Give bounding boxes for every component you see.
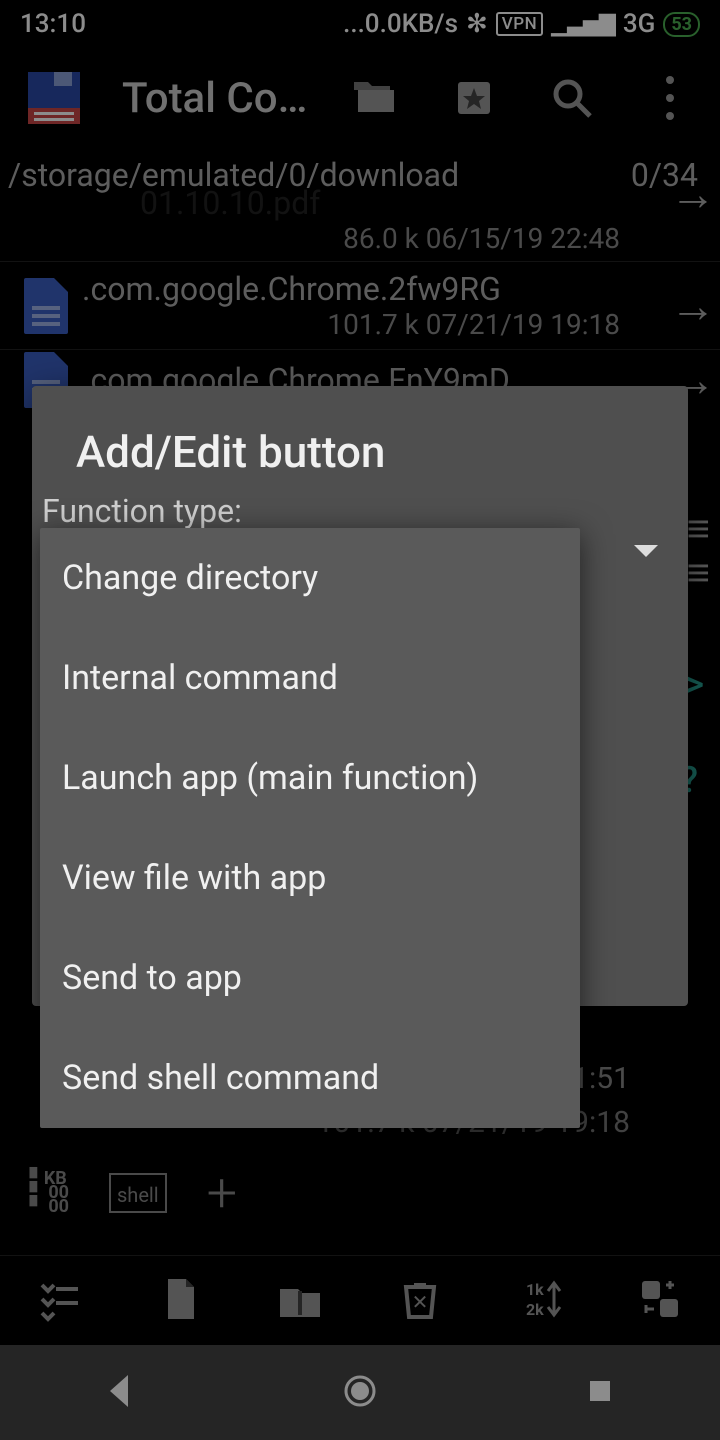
dropdown-item-send-to-app[interactable]: Send to app xyxy=(40,928,580,1028)
dropdown-item-send-shell[interactable]: Send shell command xyxy=(40,1028,580,1128)
dropdown-item-internal-command[interactable]: Internal command xyxy=(40,628,580,728)
delete-button[interactable]: ✕ xyxy=(396,1275,444,1327)
shell-button[interactable]: shell xyxy=(109,1173,167,1213)
net-speed: ...0.0KB/s xyxy=(343,9,458,39)
document-icon xyxy=(10,270,82,342)
bookmark-button[interactable] xyxy=(434,58,514,138)
archive-button[interactable] xyxy=(276,1275,324,1327)
select-button[interactable] xyxy=(36,1275,84,1327)
dropdown-item-change-directory[interactable]: Change directory xyxy=(40,528,580,628)
file-name: 01.10.10.pdf xyxy=(0,184,720,222)
chevron-down-icon[interactable] xyxy=(634,545,658,557)
file-row[interactable]: .com.google.Chrome.2fw9RG 101.7 k 07/21/… xyxy=(0,261,720,349)
dropdown-item-launch-app[interactable]: Launch app (main function) xyxy=(40,728,580,828)
status-bar: 13:10 ...0.0KB/s ✻ VPN ▁▃▅▇ 3G 53 xyxy=(0,0,720,48)
recents-button[interactable] xyxy=(580,1371,620,1415)
signal-icon: ▁▃▅▇ xyxy=(551,12,615,37)
app-title: Total Co… xyxy=(122,74,307,123)
svg-text:✕: ✕ xyxy=(412,1290,429,1314)
file-name: .com.google.Chrome.2fw9RG xyxy=(82,270,710,308)
svg-text:2k: 2k xyxy=(526,1300,544,1319)
app-icon xyxy=(24,68,84,128)
toolbar: ✕ 1k2k xyxy=(0,1255,720,1345)
dropdown-item-view-file[interactable]: View file with app xyxy=(40,828,580,928)
arrow-right-icon[interactable]: → xyxy=(670,167,716,222)
overflow-menu-button[interactable] xyxy=(630,58,710,138)
function-type-dropdown: Change directory Internal command Launch… xyxy=(40,528,580,1128)
folder-button[interactable] xyxy=(336,58,416,138)
swap-button[interactable] xyxy=(636,1275,684,1327)
app-bar: Total Co… xyxy=(0,48,720,148)
sort-button[interactable]: 1k2k xyxy=(516,1275,564,1327)
add-button[interactable]: + xyxy=(207,1162,238,1225)
bluetooth-icon: ✻ xyxy=(466,9,488,39)
sizes-button[interactable]: ▘KB▘ 00▘ 00 xyxy=(30,1172,69,1214)
net-type: 3G xyxy=(623,9,656,39)
dialog-title: Add/Edit button xyxy=(32,386,688,486)
file-meta: 1:51 xyxy=(572,1061,630,1096)
search-button[interactable] xyxy=(532,58,612,138)
status-time: 13:10 xyxy=(20,9,86,39)
back-button[interactable] xyxy=(100,1371,140,1415)
home-button[interactable] xyxy=(340,1371,380,1415)
svg-text:1k: 1k xyxy=(526,1280,544,1299)
system-nav-bar xyxy=(0,1345,720,1440)
arrow-right-icon[interactable]: → xyxy=(670,278,716,333)
file-button[interactable] xyxy=(156,1275,204,1327)
file-meta: 101.7 k 07/21/19 19:18 xyxy=(82,308,710,341)
button-bar: ▘KB▘ 00▘ 00 shell + xyxy=(0,1148,720,1238)
vpn-badge: VPN xyxy=(496,12,543,36)
file-meta: 86.0 k 06/15/19 22:48 xyxy=(0,222,720,261)
battery-badge: 53 xyxy=(663,12,700,37)
hamburger-icon[interactable]: ≡ xyxy=(687,549,706,596)
